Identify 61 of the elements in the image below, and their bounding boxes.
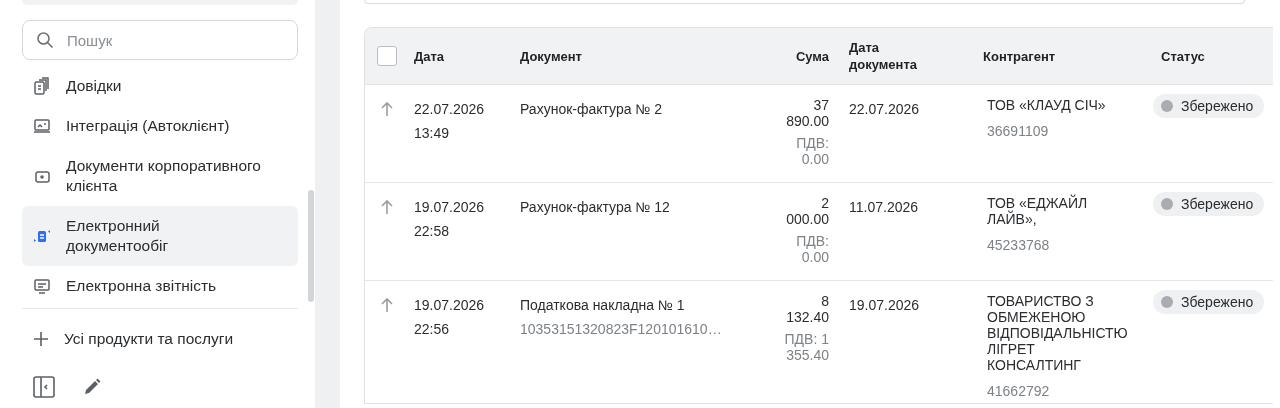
time-text: 22:56 bbox=[414, 320, 450, 339]
counterparty-name: ТОВ «ЕДЖАЙЛ ЛАЙВ», bbox=[987, 195, 1089, 227]
outgoing-arrow-icon bbox=[380, 101, 394, 117]
document-date-text: 22.07.2026 bbox=[849, 100, 920, 119]
date-text: 22.07.2026 bbox=[414, 100, 485, 119]
amount-text: 8 132.40 bbox=[785, 293, 829, 325]
sidebar-item-label: Довідки bbox=[66, 76, 122, 96]
document-link[interactable]: Рахунок-фактура № 2 bbox=[520, 97, 663, 121]
amount-text: 2 000.00 bbox=[785, 195, 829, 227]
sidebar-item-label: Інтеграція (Автоклієнт) bbox=[66, 116, 230, 136]
status-dot-icon bbox=[1161, 296, 1173, 308]
edit-icon[interactable] bbox=[82, 377, 102, 397]
sidebar-item[interactable]: Електронна звітність bbox=[22, 266, 298, 306]
column-header: Статус bbox=[1160, 47, 1205, 65]
status-dot-icon bbox=[1161, 198, 1173, 210]
monitor-icon bbox=[32, 276, 52, 296]
amount-text: 37 890.00 bbox=[785, 97, 829, 129]
laptop-icon bbox=[32, 116, 52, 136]
document-date-text: 11.07.2026 bbox=[849, 198, 919, 217]
sidebar-item-label: Документи корпоративного клієнта bbox=[66, 156, 262, 196]
counterparty-name: ТОВАРИСТВО З ОБМЕЖЕНОЮ ВІДПОВІДАЛЬНІСТЮ ЛІГРЕТ КОНСАЛТИНГ bbox=[987, 293, 1125, 373]
date-text: 19.07.2026 bbox=[414, 198, 485, 217]
all-products-link[interactable]: Усі продукти та послуги bbox=[64, 329, 234, 349]
sidebar-item-label: Електронний документообіг bbox=[66, 216, 170, 256]
time-text: 22:58 bbox=[414, 222, 450, 241]
document-link[interactable]: Рахунок-фактура № 12 bbox=[520, 195, 670, 219]
scrollbar[interactable] bbox=[308, 190, 314, 302]
sidebar-item-label: Електронна звітність bbox=[66, 276, 217, 296]
sidebar-item[interactable]: Інтеграція (Автоклієнт) bbox=[22, 106, 298, 146]
counterparty-code: 45233768 bbox=[987, 236, 1050, 255]
date-text: 19.07.2026 bbox=[414, 296, 485, 315]
documents-icon bbox=[32, 76, 52, 96]
document-date-text: 19.07.2026 bbox=[849, 296, 920, 315]
column-header: Дата bbox=[414, 47, 445, 65]
document-link[interactable]: Податкова накладна № 1 bbox=[520, 293, 685, 317]
status-badge: Збережено bbox=[1153, 290, 1265, 314]
counterparty-name: ТОВ «КЛАУД СІЧ» bbox=[987, 97, 1106, 113]
column-header: Контрагент bbox=[983, 47, 1056, 65]
vat-text: ПДВ: 0.00 bbox=[795, 135, 829, 167]
status-badge: Збережено bbox=[1153, 192, 1265, 216]
column-header: Документ bbox=[520, 47, 582, 65]
vat-text: ПДВ: 0.00 bbox=[795, 233, 829, 265]
vat-text: ПДВ: 1 355.40 bbox=[783, 331, 829, 363]
sidebar-item[interactable]: Електронний документообіг bbox=[22, 206, 298, 266]
sidebar-item[interactable]: Довідки bbox=[22, 66, 298, 106]
time-text: 13:49 bbox=[414, 124, 450, 143]
search-field[interactable]: Пошук bbox=[22, 20, 298, 60]
collapse-sidebar-icon[interactable] bbox=[32, 375, 56, 399]
document-number: 10353151320823F120101610… bbox=[520, 320, 722, 339]
outgoing-arrow-icon bbox=[380, 199, 394, 215]
status-badge: Збережено bbox=[1153, 94, 1265, 118]
outgoing-arrow-icon bbox=[380, 297, 394, 313]
counterparty-code: 36691109 bbox=[987, 122, 1049, 141]
counterparty-code: 41662792 bbox=[987, 382, 1050, 401]
search-icon bbox=[36, 31, 54, 49]
column-header: Сума bbox=[795, 47, 829, 65]
select-all-checkbox[interactable] bbox=[377, 46, 397, 66]
sidebar-item[interactable]: Документи корпоративного клієнта bbox=[22, 146, 298, 206]
status-dot-icon bbox=[1161, 100, 1173, 112]
plus-icon bbox=[32, 330, 50, 348]
column-header: Дата документа bbox=[849, 39, 919, 73]
